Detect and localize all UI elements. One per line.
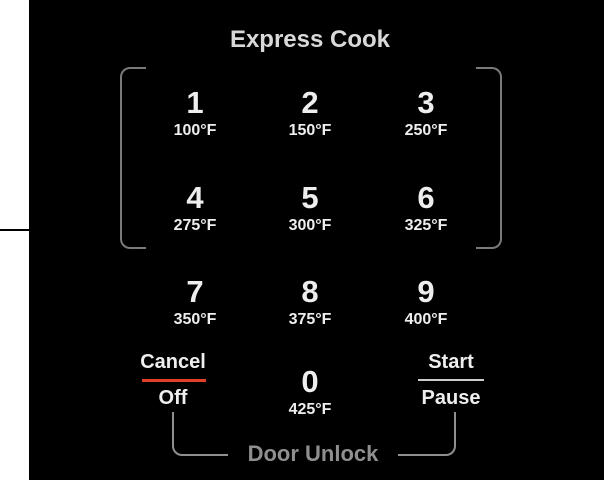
express-cook-bracket-right [476,67,502,249]
key-8[interactable]: 8 375°F [265,276,355,330]
key-temp: 300°F [288,217,332,234]
key-temp: 100°F [173,122,217,139]
key-1[interactable]: 1 100°F [150,87,240,141]
page: Express Cook 1 100°F 2 150°F 3 250°F 4 2… [0,0,604,480]
key-0[interactable]: 0 425°F [265,366,355,420]
key-digit: 3 [417,85,435,120]
door-unlock-button[interactable]: Door Unlock [228,441,398,467]
key-digit: 0 [301,364,319,399]
key-temp: 425°F [288,401,332,418]
cancel-accent-underline [142,379,206,382]
key-2[interactable]: 2 150°F [265,87,355,141]
key-digit: 7 [186,274,204,309]
key-temp: 150°F [288,122,332,139]
start-label: Start [428,351,474,373]
key-9[interactable]: 9 400°F [381,276,471,330]
key-temp: 375°F [288,311,332,328]
key-temp: 350°F [173,311,217,328]
off-label: Off [158,387,188,409]
key-digit: 6 [417,180,435,215]
key-3[interactable]: 3 250°F [381,87,471,141]
key-digit: 5 [301,180,319,215]
key-digit: 9 [417,274,435,309]
start-pause-button[interactable]: Start Pause [396,350,506,410]
pause-label: Pause [421,387,481,409]
key-temp: 250°F [404,122,448,139]
door-unlock-line-left [172,412,230,456]
start-pause-divider [418,379,484,381]
key-5[interactable]: 5 300°F [265,182,355,236]
key-temp: 400°F [404,311,448,328]
key-digit: 1 [186,85,204,120]
key-digit: 8 [301,274,319,309]
key-temp: 325°F [404,217,448,234]
key-6[interactable]: 6 325°F [381,182,471,236]
cancel-label: Cancel [140,351,206,373]
express-cook-bracket-left [120,67,146,249]
key-temp: 275°F [173,217,217,234]
key-7[interactable]: 7 350°F [150,276,240,330]
door-unlock-line-right [398,412,456,456]
cancel-off-button[interactable]: Cancel Off [118,350,228,410]
key-digit: 4 [186,180,204,215]
key-digit: 2 [301,85,319,120]
key-4[interactable]: 4 275°F [150,182,240,236]
express-cook-title: Express Cook [229,26,391,53]
